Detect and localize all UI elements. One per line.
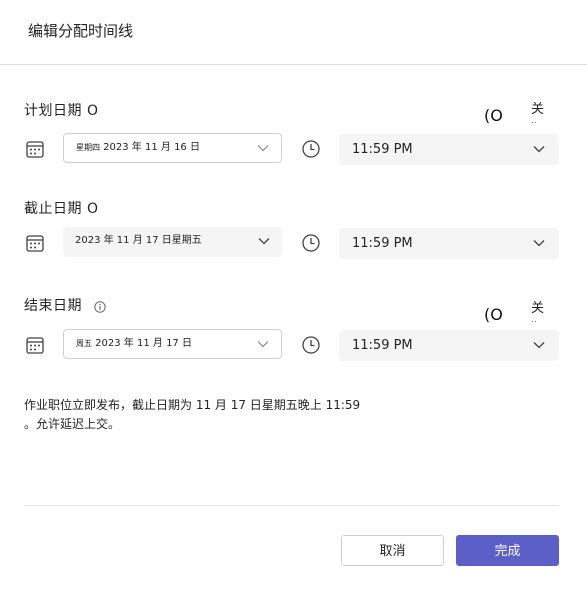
timeline-summary: 作业职位立即发布，截止日期为 11 月 17 日星期五晚上 11:59 。允许延… (24, 396, 444, 434)
close-date-text: 周五 2023 年 11 月 17 日 (76, 337, 192, 351)
clock-icon (302, 336, 320, 354)
close-date-weekday: 周五 (76, 339, 92, 348)
chevron-down-icon (533, 342, 545, 349)
header-divider (0, 64, 587, 65)
chevron-down-icon (533, 146, 545, 153)
schedule-toggle-switch[interactable]: (O (484, 107, 503, 125)
chevron-down-icon (533, 240, 545, 247)
close-date-picker[interactable]: 周五 2023 年 11 月 17 日 (63, 329, 282, 359)
due-date-label: 截止日期 O (24, 201, 99, 217)
close-date-value: 2023 年 11 月 17 日 (92, 338, 192, 349)
calendar-icon (26, 337, 44, 354)
info-icon[interactable] (94, 301, 106, 313)
schedule-toggle-ellipsis: .. (531, 116, 537, 126)
clock-icon (302, 140, 320, 158)
calendar-icon (26, 141, 44, 158)
cancel-button[interactable]: 取消 (341, 535, 444, 566)
dialog-title: 编辑分配时间线 (28, 22, 134, 40)
schedule-time-value: 11:59 PM (352, 142, 413, 157)
clock-icon (302, 234, 320, 252)
calendar-icon (26, 235, 44, 252)
schedule-date-toggle[interactable]: (O 关 .. (484, 102, 554, 128)
schedule-date-label: 计划日期 O (24, 103, 99, 119)
schedule-date-picker[interactable]: 星期四 2023 年 11 月 16 日 (63, 133, 282, 163)
edit-timeline-dialog: 编辑分配时间线 计划日期 O (O 关 .. 星期四 2023 年 11 月 1… (0, 0, 587, 591)
summary-line-2: 。允许延迟上交。 (24, 417, 121, 431)
chevron-down-icon (257, 341, 269, 348)
close-time-picker[interactable]: 11:59 PM (339, 330, 559, 361)
schedule-time-picker[interactable]: 11:59 PM (339, 134, 559, 165)
done-button[interactable]: 完成 (456, 535, 559, 566)
due-time-value: 11:59 PM (352, 236, 413, 251)
schedule-date-text: 星期四 2023 年 11 月 16 日 (76, 141, 200, 155)
chevron-down-icon (257, 145, 269, 152)
due-date-picker[interactable]: 2023 年 11 月 17 日星期五 (63, 227, 282, 257)
close-toggle-ellipsis: .. (531, 315, 537, 325)
chevron-down-icon (258, 238, 270, 245)
summary-line-1: 作业职位立即发布，截止日期为 11 月 17 日星期五晚上 11:59 (24, 398, 361, 412)
due-time-picker[interactable]: 11:59 PM (339, 228, 559, 259)
schedule-date-weekday: 星期四 (76, 143, 100, 152)
close-time-value: 11:59 PM (352, 338, 413, 353)
close-date-toggle[interactable]: (O 关 .. (484, 301, 554, 327)
close-date-label: 结束日期 (24, 298, 82, 314)
due-date-value: 2023 年 11 月 17 日星期五 (75, 235, 202, 246)
schedule-date-value: 2023 年 11 月 16 日 (100, 142, 200, 153)
close-toggle-switch[interactable]: (O (484, 306, 503, 324)
footer-divider (24, 505, 559, 506)
